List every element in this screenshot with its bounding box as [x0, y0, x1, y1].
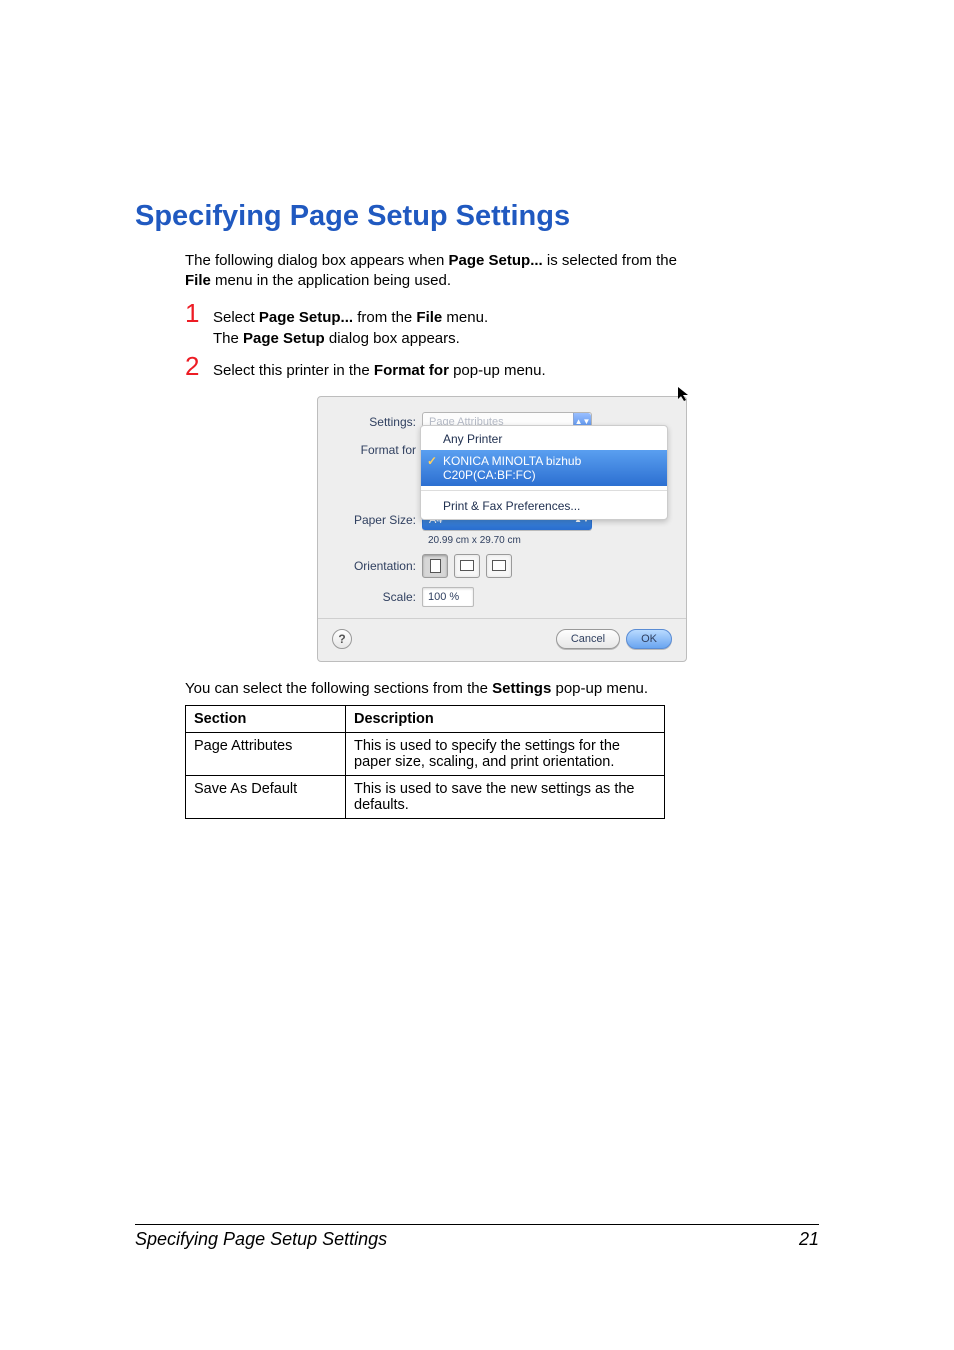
- step-number: 2: [185, 351, 213, 382]
- table-row: Page Attributes This is used to specify …: [186, 732, 665, 775]
- step-number: 1: [185, 298, 213, 329]
- step1-text: Select: [213, 309, 259, 326]
- step1-sub-b: Page Setup: [243, 330, 325, 347]
- ok-button[interactable]: OK: [626, 629, 672, 649]
- format-menu-any-printer[interactable]: Any Printer: [421, 428, 667, 450]
- td-desc: This is used to specify the settings for…: [346, 732, 665, 775]
- sections-table: Section Description Page Attributes This…: [185, 705, 665, 819]
- intro-text: The following dialog box appears when: [185, 252, 449, 269]
- scale-label: Scale:: [332, 590, 422, 604]
- step2-bold: Format for: [374, 362, 449, 379]
- step-2: 2 Select this printer in the Format for …: [185, 351, 819, 382]
- page-footer: Specifying Page Setup Settings 21: [135, 1224, 819, 1250]
- scale-value: 100 %: [428, 591, 459, 603]
- step1-text3: menu.: [442, 309, 488, 326]
- dialog-separator: [318, 618, 686, 619]
- td-section: Save As Default: [186, 775, 346, 818]
- footer-rule: [135, 1224, 819, 1225]
- intro-bold-pagesetup: Page Setup...: [449, 252, 543, 269]
- orientation-portrait-button[interactable]: [422, 554, 448, 578]
- step2-text: Select this printer in the: [213, 362, 374, 379]
- orientation-landscape-left-button[interactable]: [454, 554, 480, 578]
- format-for-menu: Any Printer KONICA MINOLTA bizhub C20P(C…: [420, 425, 668, 520]
- footer-page-number: 21: [799, 1229, 819, 1250]
- td-section: Page Attributes: [186, 732, 346, 775]
- pretable-c: pop-up menu.: [551, 680, 648, 697]
- orientation-label: Orientation:: [332, 559, 422, 573]
- orientation-landscape-right-button[interactable]: [486, 554, 512, 578]
- pre-table-text: You can select the following sections fr…: [185, 680, 819, 697]
- step1-bold2: File: [416, 309, 442, 326]
- step1-bold1: Page Setup...: [259, 309, 353, 326]
- page-setup-dialog: Settings: Page Attributes ▲▼ Any Printer…: [317, 396, 687, 662]
- help-button[interactable]: ?: [332, 629, 352, 649]
- settings-label: Settings:: [332, 415, 422, 429]
- step2-text2: pop-up menu.: [449, 362, 546, 379]
- td-desc: This is used to save the new settings as…: [346, 775, 665, 818]
- step1-text2: from the: [353, 309, 416, 326]
- format-for-label: Format for: [332, 443, 422, 457]
- format-menu-prefs[interactable]: Print & Fax Preferences...: [421, 495, 667, 517]
- cancel-button[interactable]: Cancel: [556, 629, 620, 649]
- paper-dimensions: 20.99 cm x 29.70 cm: [428, 535, 672, 546]
- scale-input[interactable]: 100 %: [422, 587, 474, 607]
- step-1: 1 Select Page Setup... from the File men…: [185, 298, 819, 349]
- th-section: Section: [186, 705, 346, 732]
- portrait-icon: [430, 559, 441, 573]
- pretable-a: You can select the following sections fr…: [185, 680, 492, 697]
- landscape-icon: [460, 560, 474, 571]
- pretable-b: Settings: [492, 680, 551, 697]
- format-menu-selected-printer[interactable]: KONICA MINOLTA bizhub C20P(CA:BF:FC): [421, 450, 667, 486]
- th-description: Description: [346, 705, 665, 732]
- menu-separator: [421, 490, 667, 491]
- step1-sub-a: The: [213, 330, 243, 347]
- cursor-icon: [678, 387, 694, 403]
- landscape-icon: [492, 560, 506, 571]
- intro-text3: menu in the application being used.: [211, 272, 451, 289]
- paper-size-label: Paper Size:: [332, 513, 422, 527]
- footer-left: Specifying Page Setup Settings: [135, 1229, 387, 1250]
- intro-bold-file: File: [185, 272, 211, 289]
- intro-paragraph: The following dialog box appears when Pa…: [185, 251, 819, 292]
- step1-sub-c: dialog box appears.: [325, 330, 460, 347]
- table-header-row: Section Description: [186, 705, 665, 732]
- page-heading: Specifying Page Setup Settings: [135, 200, 819, 233]
- intro-text2: is selected from the: [543, 252, 677, 269]
- table-row: Save As Default This is used to save the…: [186, 775, 665, 818]
